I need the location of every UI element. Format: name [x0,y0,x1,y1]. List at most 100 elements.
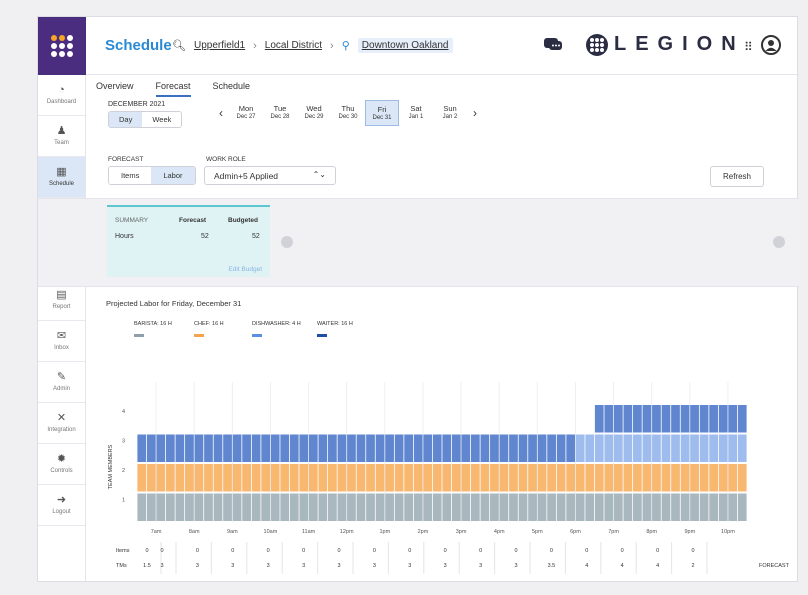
bar-segment-chef [404,464,414,492]
x-tick-label: 6pm [570,529,581,535]
tms-value: 3 [267,563,270,569]
wrench-icon: ✎ [56,371,67,383]
day-view-button[interactable]: Day [109,112,143,127]
items-value: 0 [408,548,411,554]
sidebar-item-controls[interactable]: ✹ Controls [38,444,85,485]
bar-segment-barista [556,493,566,521]
bar-segment-waiter [537,434,547,462]
refresh-button[interactable]: Refresh [710,166,764,187]
bar-segment-chef [394,464,404,492]
bar-segment-barista [146,493,156,521]
day-tue[interactable]: Tue Dec 28 [263,100,297,126]
day-sat[interactable]: Sat Jan 1 [399,100,433,126]
day-fri[interactable]: Fri Dec 31 [365,100,399,126]
items-value: 0 [514,548,517,554]
week-view-button[interactable]: Week [142,112,182,127]
search-icon[interactable]: 🔍︎ [172,39,186,52]
bar-segment-chef [347,464,356,492]
bar-segment-barista [356,493,366,521]
tms-value: 3 [408,563,411,569]
day-sun[interactable]: Sun Jan 2 [433,100,467,126]
bar-segment-chef [575,464,585,492]
items-button[interactable]: Items [109,167,152,184]
carousel-prev-icon[interactable] [281,236,293,248]
bar-segment-barista [318,493,328,521]
bar-segment-waiter [299,434,309,462]
x-tick-label: 4pm [494,529,505,535]
bar-segment-waiter [652,405,661,433]
x-tick-label: 9pm [684,529,695,535]
tms-value: 3 [373,563,376,569]
bar-segment-barista [156,493,166,521]
prev-week-icon[interactable]: ‹ [213,106,229,120]
bar-segment-waiter [204,434,213,462]
labor-button[interactable]: Labor [151,167,195,184]
bar-segment-barista [594,493,604,521]
bar-segment-barista [642,493,652,521]
bar-segment-waiter [442,434,452,462]
breadcrumb-upperfield[interactable]: Upperfield1 [194,40,245,51]
forecast-tabs: Overview Forecast Schedule [96,75,250,97]
bar-segment-barista [337,493,347,521]
next-week-icon[interactable]: › [467,106,483,120]
sidebar-item-integration[interactable]: ✕ Integration [38,403,85,444]
user-avatar-icon[interactable] [761,35,781,55]
bar-segment-barista [223,493,232,521]
tab-overview[interactable]: Overview [96,81,134,97]
bar-segment-chef [604,464,614,492]
bar-segment-dishwasher [718,434,728,462]
tab-schedule[interactable]: Schedule [213,81,251,97]
sidebar-item-label: Logout [52,509,71,515]
calendar-icon: ▦ [56,166,67,178]
page-title: Schedule [105,37,172,54]
legend-label: DISHWASHER: 4 H [252,321,301,327]
bar-segment-chef [356,464,366,492]
bar-segment-waiter [185,434,194,462]
bar-segment-chef [547,464,556,492]
edit-budget-link[interactable]: Edit Budget [228,266,262,273]
sidebar-item-logout[interactable]: ➜ Logout [38,485,85,526]
carousel-next-icon[interactable] [773,236,785,248]
sidebar-item-admin[interactable]: ✎ Admin [38,362,85,403]
work-role-select[interactable]: Admin+5 Applied ⌃⌄ [204,166,336,185]
bar-segment-barista [461,493,471,521]
breadcrumb-location[interactable]: Downtown Oakland [357,38,453,53]
bar-segment-barista [289,493,299,521]
tab-forecast[interactable]: Forecast [155,81,191,97]
bar-segment-barista [709,493,719,521]
day-name: Sun [443,104,457,113]
tms-value: 3 [444,563,447,569]
bar-segment-waiter [633,405,642,433]
legend-swatch [317,334,327,337]
day-mon[interactable]: Mon Dec 27 [229,100,263,126]
bar-segment-waiter [146,434,156,462]
sidebar-item-schedule[interactable]: ▦ Schedule [38,157,85,198]
sidebar-item-inbox[interactable]: ✉ Inbox [38,321,85,362]
x-tick-label: 10am [264,529,278,535]
breadcrumb-district[interactable]: Local District [265,40,322,51]
items-value: 0 [656,548,659,554]
sidebar-item-dashboard[interactable]: ◔ Dashboard [38,75,85,116]
bar-segment-waiter [366,434,375,462]
legend-label: WAITER: 16 H [317,321,353,327]
bar-segment-dishwasher [594,434,604,462]
bar-segment-waiter [690,405,699,433]
bar-segment-waiter [490,434,499,462]
app-launcher-icon[interactable] [38,17,86,75]
budgeted-hours: 52 [252,233,260,240]
items-value: 0 [621,548,624,554]
day-thu[interactable]: Thu Dec 30 [331,100,365,126]
bar-segment-chef [585,464,595,492]
sidebar-item-team[interactable]: ♟ Team [38,116,85,157]
bar-segment-dishwasher [671,434,680,462]
bar-segment-waiter [728,405,738,433]
day-wed[interactable]: Wed Dec 29 [297,100,331,126]
bar-segment-chef [366,464,375,492]
bar-segment-dishwasher [642,434,652,462]
bar-segment-dishwasher [728,434,738,462]
chat-icon[interactable] [543,36,563,54]
budgeted-header: Budgeted [228,217,258,224]
summary-band: SUMMARY Forecast Budgeted Hours 52 52 Ed… [38,198,799,287]
apps-grid-icon[interactable]: ⠿ [744,40,753,54]
bar-segment-barista [213,493,223,521]
